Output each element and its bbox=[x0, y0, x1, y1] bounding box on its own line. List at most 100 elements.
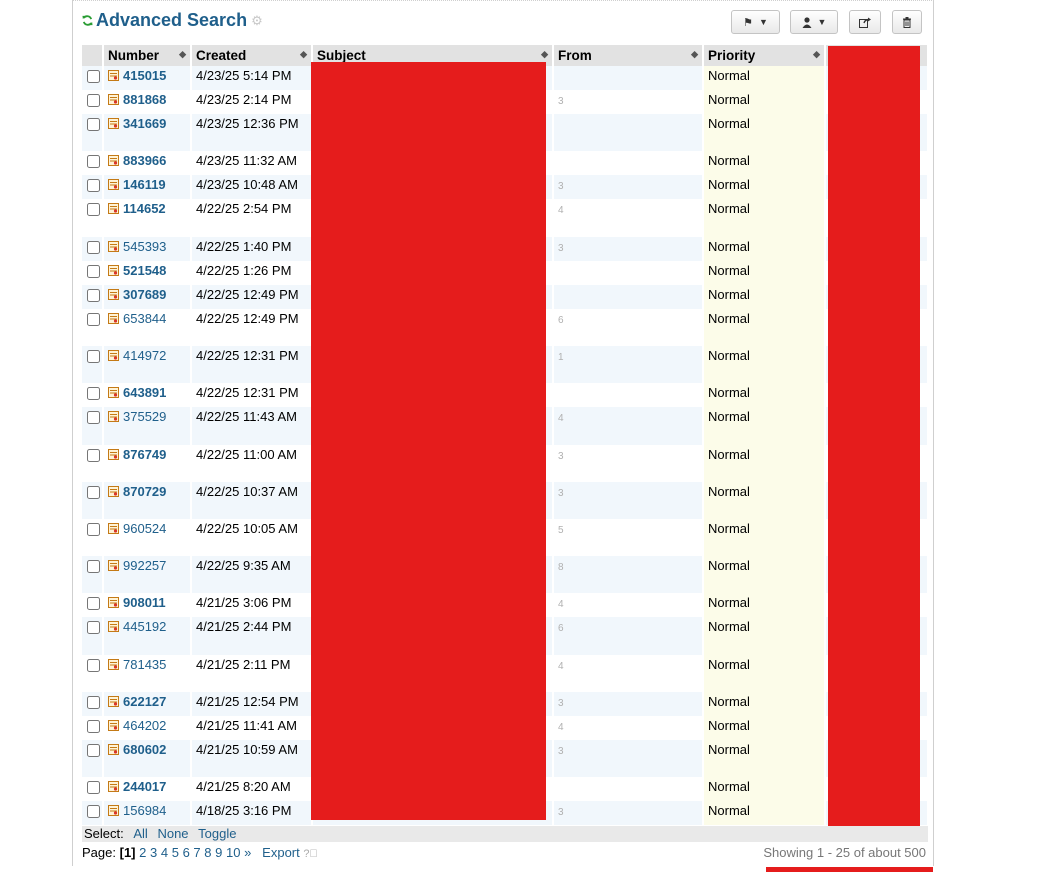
ticket-number-link[interactable]: 156984 bbox=[123, 803, 166, 818]
ticket-number-link[interactable]: 114652 bbox=[123, 201, 166, 216]
page-link[interactable]: 4 bbox=[161, 845, 168, 860]
ticket-icon bbox=[108, 696, 119, 707]
ticket-number-link[interactable]: 414972 bbox=[123, 348, 166, 363]
ticket-number-link[interactable]: 622127 bbox=[123, 694, 166, 709]
ticket-number-link[interactable]: 307689 bbox=[123, 287, 166, 302]
gear-icon[interactable]: ⚙ bbox=[251, 13, 263, 29]
ticket-number-link[interactable]: 908011 bbox=[123, 595, 166, 610]
row-select-cell bbox=[82, 740, 104, 777]
page-link[interactable]: 2 bbox=[139, 845, 146, 860]
ticket-icon bbox=[108, 350, 119, 361]
row-select-cell bbox=[82, 407, 104, 445]
ticket-number-link[interactable]: 992257 bbox=[123, 558, 166, 573]
created-cell: 4/21/25 12:54 PM bbox=[191, 692, 313, 716]
created-cell: 4/22/25 1:40 PM bbox=[191, 237, 313, 261]
ticket-icon bbox=[108, 155, 119, 166]
results-count: Showing 1 - 25 of about 500 bbox=[763, 845, 926, 860]
select-none-link[interactable]: None bbox=[157, 826, 188, 841]
ticket-number-link[interactable]: 653844 bbox=[123, 311, 166, 326]
help-icon[interactable]: ?⃝ bbox=[303, 848, 317, 860]
ticket-number-link[interactable]: 680602 bbox=[123, 742, 166, 757]
row-checkbox[interactable] bbox=[87, 744, 100, 757]
ticket-number-link[interactable]: 883966 bbox=[123, 153, 166, 168]
user-icon bbox=[802, 16, 812, 28]
next-page-link[interactable]: » bbox=[244, 845, 251, 860]
row-checkbox[interactable] bbox=[87, 350, 100, 363]
row-checkbox[interactable] bbox=[87, 720, 100, 733]
delete-button[interactable] bbox=[892, 10, 922, 34]
page-link[interactable]: 7 bbox=[193, 845, 200, 860]
assign-dropdown-button[interactable]: ▼ bbox=[790, 10, 838, 34]
page-title: Advanced Search bbox=[96, 10, 248, 30]
ticket-number-link[interactable]: 146119 bbox=[123, 177, 166, 192]
number-cell: 156984 bbox=[103, 801, 192, 825]
sort-icon: ◆ bbox=[300, 49, 307, 59]
number-cell: 114652 bbox=[103, 199, 192, 237]
row-checkbox[interactable] bbox=[87, 241, 100, 254]
priority-column-header[interactable]: Priority ◆ bbox=[703, 45, 826, 66]
page-link[interactable]: 8 bbox=[204, 845, 211, 860]
flag-dropdown-button[interactable]: ⚑ ▼ bbox=[731, 10, 780, 34]
ticket-number-link[interactable]: 870729 bbox=[123, 484, 166, 499]
number-cell: 415015 bbox=[103, 66, 192, 90]
share-button[interactable] bbox=[849, 10, 881, 34]
row-checkbox[interactable] bbox=[87, 94, 100, 107]
from-cell: 3 bbox=[553, 692, 704, 716]
ticket-number-link[interactable]: 960524 bbox=[123, 521, 166, 536]
row-checkbox[interactable] bbox=[87, 659, 100, 672]
row-checkbox[interactable] bbox=[87, 203, 100, 216]
row-checkbox[interactable] bbox=[87, 313, 100, 326]
page-link[interactable]: 9 bbox=[215, 845, 222, 860]
select-toggle-link[interactable]: Toggle bbox=[198, 826, 236, 841]
row-select-cell bbox=[82, 445, 104, 482]
select-all-link[interactable]: All bbox=[133, 826, 147, 841]
export-link[interactable]: Export bbox=[262, 845, 300, 860]
ticket-number-link[interactable]: 881868 bbox=[123, 92, 166, 107]
page-link[interactable]: 10 bbox=[226, 845, 240, 860]
row-checkbox[interactable] bbox=[87, 781, 100, 794]
row-select-cell bbox=[82, 801, 104, 825]
refresh-icon[interactable] bbox=[82, 15, 93, 26]
ticket-number-link[interactable]: 375529 bbox=[123, 409, 166, 424]
row-checkbox[interactable] bbox=[87, 523, 100, 536]
number-cell: 146119 bbox=[103, 175, 192, 199]
redacted-column-block bbox=[828, 46, 920, 826]
row-checkbox[interactable] bbox=[87, 805, 100, 818]
created-cell: 4/22/25 12:49 PM bbox=[191, 309, 313, 346]
row-select-cell bbox=[82, 199, 104, 237]
ticket-number-link[interactable]: 415015 bbox=[123, 68, 166, 83]
page-link[interactable]: 6 bbox=[183, 845, 190, 860]
row-checkbox[interactable] bbox=[87, 155, 100, 168]
row-checkbox[interactable] bbox=[87, 597, 100, 610]
page-link[interactable]: 3 bbox=[150, 845, 157, 860]
created-cell: 4/22/25 9:35 AM bbox=[191, 556, 313, 593]
ticket-number-link[interactable]: 876749 bbox=[123, 447, 166, 462]
number-column-header[interactable]: Number ◆ bbox=[103, 45, 192, 66]
from-column-header[interactable]: From ◆ bbox=[553, 45, 704, 66]
row-checkbox[interactable] bbox=[87, 70, 100, 83]
row-checkbox[interactable] bbox=[87, 449, 100, 462]
row-checkbox[interactable] bbox=[87, 560, 100, 573]
ticket-number-link[interactable]: 781435 bbox=[123, 657, 166, 672]
ticket-number-link[interactable]: 341669 bbox=[123, 116, 166, 131]
row-checkbox[interactable] bbox=[87, 118, 100, 131]
row-checkbox[interactable] bbox=[87, 387, 100, 400]
number-cell: 992257 bbox=[103, 556, 192, 593]
ticket-number-link[interactable]: 521548 bbox=[123, 263, 166, 278]
row-checkbox[interactable] bbox=[87, 621, 100, 634]
ticket-number-link[interactable]: 545393 bbox=[123, 239, 166, 254]
row-checkbox[interactable] bbox=[87, 289, 100, 302]
created-column-header[interactable]: Created ◆ bbox=[191, 45, 313, 66]
row-checkbox[interactable] bbox=[87, 696, 100, 709]
chevron-down-icon: ▼ bbox=[817, 17, 827, 27]
ticket-number-link[interactable]: 464202 bbox=[123, 718, 166, 733]
ticket-number-link[interactable]: 643891 bbox=[123, 385, 166, 400]
ticket-number-link[interactable]: 244017 bbox=[123, 779, 166, 794]
page-link[interactable]: 5 bbox=[172, 845, 179, 860]
share-icon bbox=[859, 17, 871, 28]
row-checkbox[interactable] bbox=[87, 179, 100, 192]
ticket-number-link[interactable]: 445192 bbox=[123, 619, 166, 634]
row-checkbox[interactable] bbox=[87, 411, 100, 424]
row-checkbox[interactable] bbox=[87, 486, 100, 499]
row-checkbox[interactable] bbox=[87, 265, 100, 278]
